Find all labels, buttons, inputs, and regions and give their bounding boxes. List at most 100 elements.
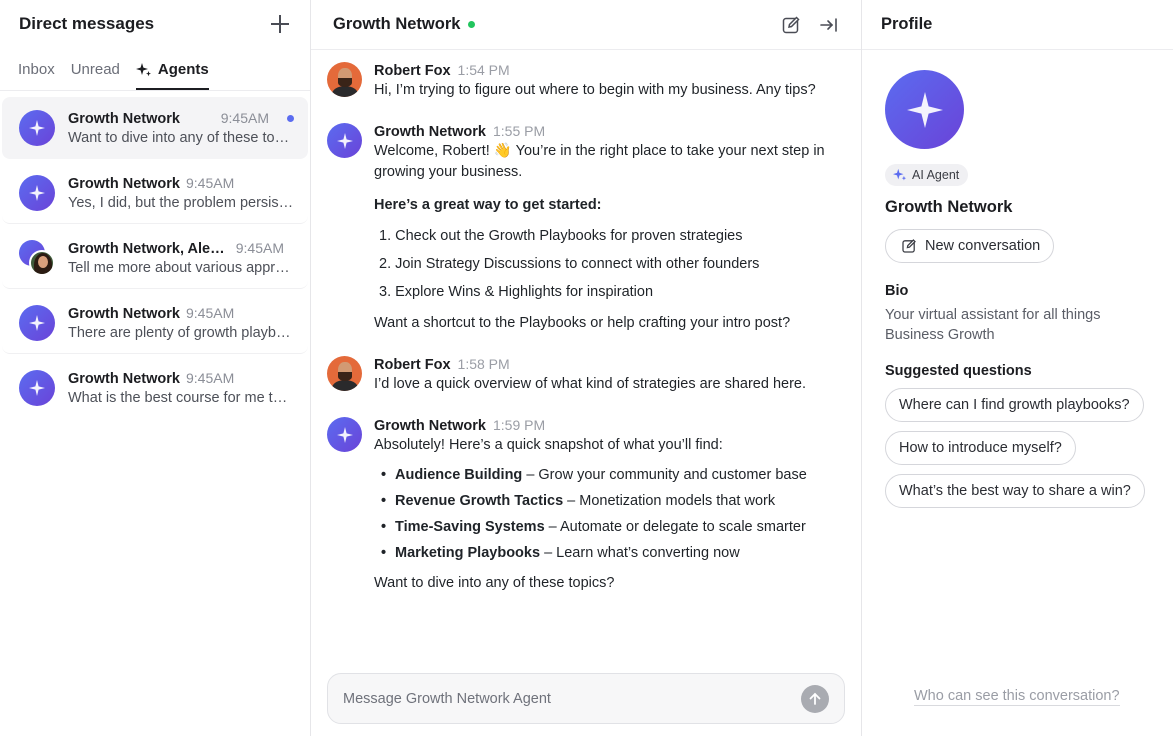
message-thread: Robert Fox 1:54 PM Hi, I’m trying to fig… <box>311 62 861 616</box>
message-text: Hi, I’m trying to figure out where to be… <box>374 82 816 98</box>
message-input[interactable] <box>343 690 801 707</box>
tab-agents-label: Agents <box>157 61 209 78</box>
group-avatar <box>19 239 55 276</box>
conversation-item[interactable]: Growth Network 9:45AM What is the best c… <box>2 357 308 419</box>
conversation-preview: There are plenty of growth playbooks ava… <box>68 324 294 341</box>
conversation-time: 9:45AM <box>235 239 284 256</box>
bullet-term: Audience Building <box>395 467 523 483</box>
sidebar-title: Direct messages <box>19 14 155 33</box>
bullet-desc: – Monetization models that work <box>567 493 776 509</box>
agent-avatar <box>327 123 362 158</box>
bullet: • <box>381 545 387 561</box>
conversation-item[interactable]: Growth Network 9:45AM There are plenty o… <box>2 292 308 354</box>
tab-inbox[interactable]: Inbox <box>18 61 55 90</box>
agent-avatar <box>19 304 55 341</box>
message-text: Want to dive into any of these topics? <box>374 575 615 591</box>
bullet-term: Time-Saving Systems <box>395 519 545 535</box>
conversation-name: Growth Network <box>68 305 180 322</box>
list-item: • Revenue Growth Tactics – Monetization m… <box>374 488 845 514</box>
agent-avatar <box>327 417 362 452</box>
suggested-questions-label: Suggested questions <box>885 363 1032 379</box>
online-status-dot <box>468 21 476 28</box>
conversation-time: 9:45AM <box>220 110 269 126</box>
user-avatar <box>327 356 362 391</box>
sparkle-icon <box>29 314 45 331</box>
message: Robert Fox 1:58 PM I’d love a quick over… <box>327 356 845 395</box>
profile-title: Profile <box>881 15 933 33</box>
message-numbered-list: 1. Check out the Growth Playbooks for pr… <box>374 222 845 306</box>
suggested-question-chip[interactable]: How to introduce myself? <box>885 431 1076 465</box>
bullet: • <box>381 519 387 535</box>
message-text: Want a shortcut to the Playbooks or help… <box>374 315 791 331</box>
edit-icon <box>902 239 916 253</box>
sparkle-icon <box>29 184 45 201</box>
message-author: Growth Network <box>374 418 486 434</box>
conversation-item[interactable]: Growth Network, Alexandra 9:45AM Tell me… <box>2 227 308 289</box>
ai-agent-badge: AI Agent <box>885 164 969 186</box>
message: Growth Network 1:55 PM Welcome, Robert! … <box>327 123 845 334</box>
message: Growth Network 1:59 PM Absolutely! Here’… <box>327 417 845 594</box>
bullet-desc: – Grow your community and customer base <box>526 467 807 483</box>
agent-avatar <box>19 110 55 146</box>
conversation-name: Growth Network, Alexandra <box>68 240 228 257</box>
send-button[interactable] <box>801 684 829 713</box>
tab-agents[interactable]: Agents <box>135 61 209 90</box>
badge-label: AI Agent <box>912 168 960 182</box>
list-item: • Marketing Playbooks – Learn what’s conv… <box>374 540 845 566</box>
conversation-preview: Want to dive into any of these topics? <box>68 130 294 146</box>
bullet: • <box>381 467 387 483</box>
message-time: 1:59 PM <box>492 417 546 433</box>
sparkle-icon <box>135 62 151 76</box>
edit-icon[interactable] <box>781 15 801 35</box>
message-heading: Here’s a great way to get started: <box>374 197 602 213</box>
message-time: 1:58 PM <box>457 356 510 372</box>
direct-messages-sidebar: Direct messages Inbox Unread Agents Grow… <box>0 0 311 736</box>
list-item: 2. Join Strategy Discussions to connect … <box>379 256 760 272</box>
new-message-plus-icon[interactable] <box>269 13 291 35</box>
message-time: 1:54 PM <box>457 62 510 78</box>
message-text: I’d love a quick overview of what kind o… <box>374 376 807 392</box>
bullet-desc: – Learn what’s converting now <box>544 545 740 561</box>
message: Robert Fox 1:54 PM Hi, I’m trying to fig… <box>327 62 845 101</box>
bullet: • <box>381 493 387 509</box>
list-item: • Time-Saving Systems – Automate or deleg… <box>374 514 845 540</box>
agent-avatar <box>19 370 55 406</box>
message-author: Growth Network <box>374 124 486 140</box>
user-avatar <box>29 249 55 276</box>
profile-panel: Profile AI Agent Growth Network New conv… <box>862 0 1173 736</box>
collapse-panel-icon[interactable] <box>819 15 839 35</box>
sparkle-icon <box>336 426 353 443</box>
conversation-item[interactable]: Growth Network 9:45AM Want to dive into … <box>2 97 308 159</box>
list-item: 1. Check out the Growth Playbooks for pr… <box>379 228 743 244</box>
profile-name: Growth Network <box>885 198 1013 216</box>
list-item: • Audience Building – Grow your community… <box>374 462 845 488</box>
privacy-link[interactable]: Who can see this conversation? <box>914 688 1120 706</box>
tab-unread[interactable]: Unread <box>71 61 120 90</box>
conversation-preview: Tell me more about various approaches to… <box>68 259 294 276</box>
conversation-preview: Yes, I did, but the problem persists aft… <box>68 194 294 211</box>
chat-header: Growth Network <box>311 0 861 50</box>
message-time: 1:55 PM <box>492 123 546 139</box>
suggested-questions: Where can I find growth playbooks? How t… <box>885 388 1150 508</box>
message-text: Absolutely! Here’s a quick snapshot of w… <box>374 437 723 453</box>
agent-avatar-large <box>885 70 964 149</box>
arrow-up-icon <box>809 692 821 705</box>
sidebar-header: Direct messages <box>0 0 310 48</box>
bio-label: Bio <box>885 283 909 299</box>
conversation-preview: What is the best course for me to take n… <box>68 390 294 406</box>
conversation-time: 9:45AM <box>185 304 235 321</box>
conversation-name: Growth Network <box>68 175 180 192</box>
message-text: Welcome, Robert! 👋 You’re in the right p… <box>374 143 825 180</box>
conversation-item[interactable]: Growth Network 9:45AM Yes, I did, but th… <box>2 162 308 224</box>
list-item: 3. Explore Wins & Highlights for inspira… <box>379 284 654 300</box>
message-bullet-list: • Audience Building – Grow your community… <box>374 462 845 566</box>
suggested-question-chip[interactable]: Where can I find growth playbooks? <box>885 388 1144 422</box>
agent-avatar <box>19 174 55 211</box>
new-conversation-button[interactable]: New conversation <box>885 229 1055 263</box>
conversation-name: Growth Network <box>68 111 180 127</box>
message-composer <box>327 673 845 724</box>
suggested-question-chip[interactable]: What’s the best way to share a win? <box>885 474 1145 508</box>
conversation-time: 9:45AM <box>185 174 235 191</box>
message-author: Robert Fox <box>374 357 451 373</box>
bullet-desc: – Automate or delegate to scale smarter <box>548 519 806 535</box>
